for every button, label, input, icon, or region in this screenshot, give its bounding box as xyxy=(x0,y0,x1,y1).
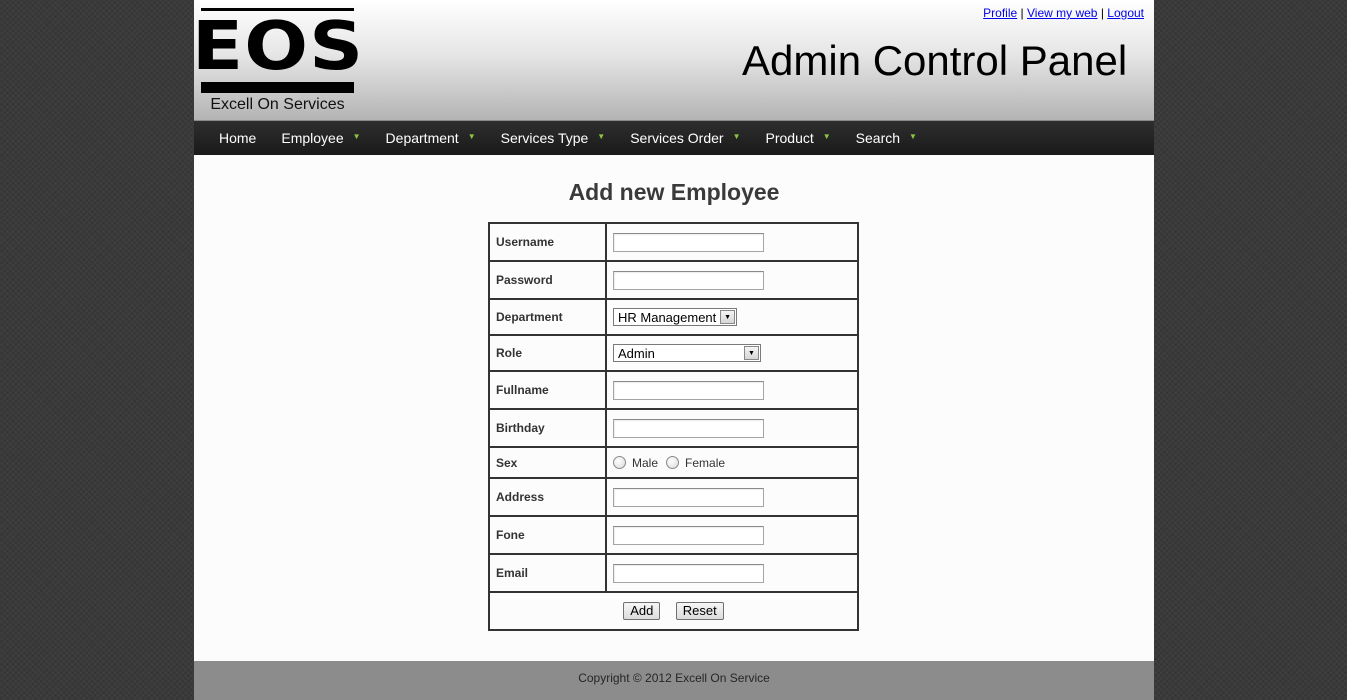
link-separator: | xyxy=(1020,6,1024,20)
sex-label: Sex xyxy=(488,446,607,479)
chevron-down-icon: ▼ xyxy=(467,131,476,141)
chevron-down-icon: ▼ xyxy=(822,131,831,141)
female-radio-label: Female xyxy=(685,455,726,470)
nav-item-home[interactable]: Home xyxy=(219,130,256,146)
form-row-fullname: Fullname xyxy=(488,370,859,410)
form-row-fone: Fone xyxy=(488,515,859,555)
role-select-value: Admin xyxy=(618,345,655,361)
form-row-password: Password xyxy=(488,260,859,300)
nav-item-label: Services Type xyxy=(500,130,589,146)
fone-cell xyxy=(605,515,859,555)
sex-radio-group: Male Female xyxy=(613,456,851,470)
email-input[interactable] xyxy=(613,563,764,583)
chevron-down-icon: ▼ xyxy=(597,131,606,141)
sex-cell: Male Female xyxy=(605,446,859,479)
nav-item-search[interactable]: Search ▼ xyxy=(856,130,917,146)
form-row-buttons: Add Reset xyxy=(488,591,859,631)
fullname-label: Fullname xyxy=(488,370,607,410)
fullname-input[interactable] xyxy=(613,380,764,400)
panel-title: Admin Control Panel xyxy=(742,37,1128,84)
fullname-cell xyxy=(605,370,859,410)
form-row-department: Department HR Management ▼ xyxy=(488,298,859,336)
department-select[interactable]: HR Management ▼ xyxy=(613,308,737,326)
page-title: Add new Employee xyxy=(568,179,780,205)
birthday-input[interactable] xyxy=(613,418,764,438)
link-separator: | xyxy=(1100,6,1104,20)
chevron-down-icon: ▼ xyxy=(352,131,361,141)
chevron-down-icon: ▼ xyxy=(732,131,741,141)
copyright-text: Copyright © 2012 Excell On Service xyxy=(578,671,770,685)
email-cell xyxy=(605,553,859,593)
profile-link[interactable]: Profile xyxy=(983,6,1017,20)
logout-link[interactable]: Logout xyxy=(1107,6,1144,20)
view-my-web-link[interactable]: View my web xyxy=(1027,6,1097,20)
nav-item-services-type[interactable]: Services Type ▼ xyxy=(501,130,606,146)
password-cell xyxy=(605,260,859,300)
nav-item-department[interactable]: Department ▼ xyxy=(386,130,476,146)
chevron-down-icon: ▼ xyxy=(720,310,735,324)
logo-letters: EOS xyxy=(191,7,365,85)
password-input[interactable] xyxy=(613,270,764,290)
fone-input[interactable] xyxy=(613,525,764,545)
role-cell: Admin ▼ xyxy=(605,334,859,372)
form-row-role: Role Admin ▼ xyxy=(488,334,859,372)
add-button[interactable]: Add xyxy=(623,602,661,620)
reset-button[interactable]: Reset xyxy=(675,602,724,620)
male-radio[interactable] xyxy=(613,456,626,469)
department-cell: HR Management ▼ xyxy=(605,298,859,336)
birthday-label: Birthday xyxy=(488,408,607,448)
email-label: Email xyxy=(488,553,607,593)
username-cell xyxy=(605,222,859,262)
logo-subtitle: Excell On Services xyxy=(210,96,345,113)
address-cell xyxy=(605,477,859,517)
page-container: EOS Excell On Services Profile | View my… xyxy=(192,0,1154,700)
nav-item-label: Department xyxy=(385,130,459,146)
department-label: Department xyxy=(488,298,607,336)
button-cell: Add Reset xyxy=(488,591,859,631)
main-nav: Home Employee ▼ Department ▼ Services Ty… xyxy=(194,121,1154,155)
form-row-birthday: Birthday xyxy=(488,408,859,448)
nav-item-label: Home xyxy=(219,130,257,146)
form-row-email: Email xyxy=(488,553,859,593)
fone-label: Fone xyxy=(488,515,607,555)
department-select-value: HR Management xyxy=(618,309,717,325)
employee-form: Username Password Department HR Manageme… xyxy=(488,222,859,631)
main-content: Add new Employee Username Password Depar… xyxy=(194,155,1154,661)
chevron-down-icon: ▼ xyxy=(744,346,759,360)
nav-item-services-order[interactable]: Services Order ▼ xyxy=(630,130,740,146)
header: EOS Excell On Services Profile | View my… xyxy=(192,0,1154,121)
form-row-sex: Sex Male Female xyxy=(488,446,859,479)
nav-item-product[interactable]: Product ▼ xyxy=(766,130,831,146)
female-radio[interactable] xyxy=(666,456,680,469)
footer: Copyright © 2012 Excell On Service xyxy=(194,661,1154,700)
role-label: Role xyxy=(488,334,607,372)
birthday-cell xyxy=(605,408,859,448)
form-row-username: Username xyxy=(488,222,859,262)
nav-item-label: Services Order xyxy=(630,130,724,146)
male-radio-label: Male xyxy=(632,455,659,470)
nav-item-label: Search xyxy=(855,130,901,146)
username-label: Username xyxy=(488,222,607,262)
nav-item-label: Product xyxy=(765,130,814,146)
address-input[interactable] xyxy=(613,487,764,507)
logo: EOS Excell On Services xyxy=(192,8,363,114)
nav-item-label: Employee xyxy=(281,130,344,146)
role-select[interactable]: Admin ▼ xyxy=(613,344,761,362)
nav-item-employee[interactable]: Employee ▼ xyxy=(281,130,360,146)
chevron-down-icon: ▼ xyxy=(909,131,917,141)
form-row-address: Address xyxy=(488,477,859,517)
username-input[interactable] xyxy=(613,232,764,252)
top-links: Profile | View my web | Logout xyxy=(983,6,1144,20)
password-label: Password xyxy=(488,260,607,300)
address-label: Address xyxy=(488,477,607,517)
